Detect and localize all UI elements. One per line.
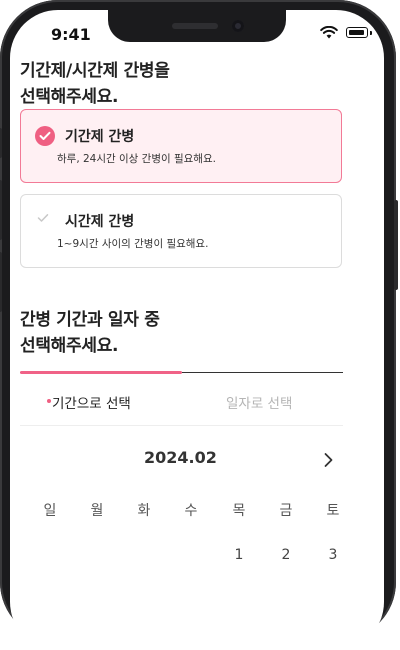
- speaker: [172, 23, 218, 29]
- calendar-month-label: 2024.02: [144, 448, 217, 467]
- side-button: [0, 128, 2, 158]
- weekday-label: 월: [90, 503, 104, 519]
- option-card-period-care[interactable]: 기간제 간병 하루, 24시간 이상 간병이 필요해요.: [20, 109, 342, 183]
- option-description: 1~9시간 사이의 간병이 필요해요.: [57, 238, 209, 250]
- weekday-label: 일: [43, 503, 57, 519]
- weekday-label: 수: [184, 503, 198, 519]
- side-button: [0, 180, 2, 240]
- option-description: 하루, 24시간 이상 간병이 필요해요.: [57, 153, 216, 165]
- side-button: [394, 200, 398, 290]
- weekday-label: 금: [279, 503, 293, 519]
- heading-line: 선택해주세요.: [20, 87, 119, 107]
- option-title: 시간제 간병: [65, 214, 135, 230]
- calendar-day[interactable]: 2: [271, 547, 301, 563]
- weekday-label: 목: [232, 503, 246, 519]
- heading-line: 간병 기간과 일자 중: [20, 310, 160, 330]
- tab-select-by-period[interactable]: 기간으로 선택: [47, 392, 131, 412]
- check-circle-icon: [35, 126, 55, 146]
- heading-line: 선택해주세요.: [20, 336, 119, 356]
- heading-line: 기간제/시간제 간병을: [20, 61, 170, 81]
- status-time: 9:41: [51, 25, 91, 44]
- progress-fill: [20, 371, 182, 374]
- calendar-day[interactable]: 3: [318, 547, 348, 563]
- option-title: 기간제 간병: [65, 129, 135, 145]
- chevron-right-icon: [324, 453, 333, 467]
- weekday-label: 토: [326, 503, 340, 519]
- calendar-day[interactable]: 1: [224, 547, 254, 563]
- notch: [108, 10, 286, 42]
- battery-icon: [346, 27, 368, 38]
- divider: [20, 425, 343, 426]
- next-month-button[interactable]: [318, 450, 338, 470]
- wifi-icon: [320, 26, 338, 39]
- camera: [232, 20, 244, 32]
- tab-select-by-date[interactable]: 일자로 선택: [226, 392, 292, 412]
- option-card-hourly-care[interactable]: 시간제 간병 1~9시간 사이의 간병이 필요해요.: [20, 194, 342, 268]
- side-button: [0, 252, 2, 312]
- weekday-label: 화: [137, 503, 151, 519]
- section-title-care-type: 기간제/시간제 간병을 선택해주세요.: [20, 58, 170, 110]
- status-icons: [320, 26, 372, 39]
- check-icon: [37, 214, 49, 222]
- section-title-period: 간병 기간과 일자 중 선택해주세요.: [20, 307, 160, 359]
- battery-tip: [370, 30, 372, 35]
